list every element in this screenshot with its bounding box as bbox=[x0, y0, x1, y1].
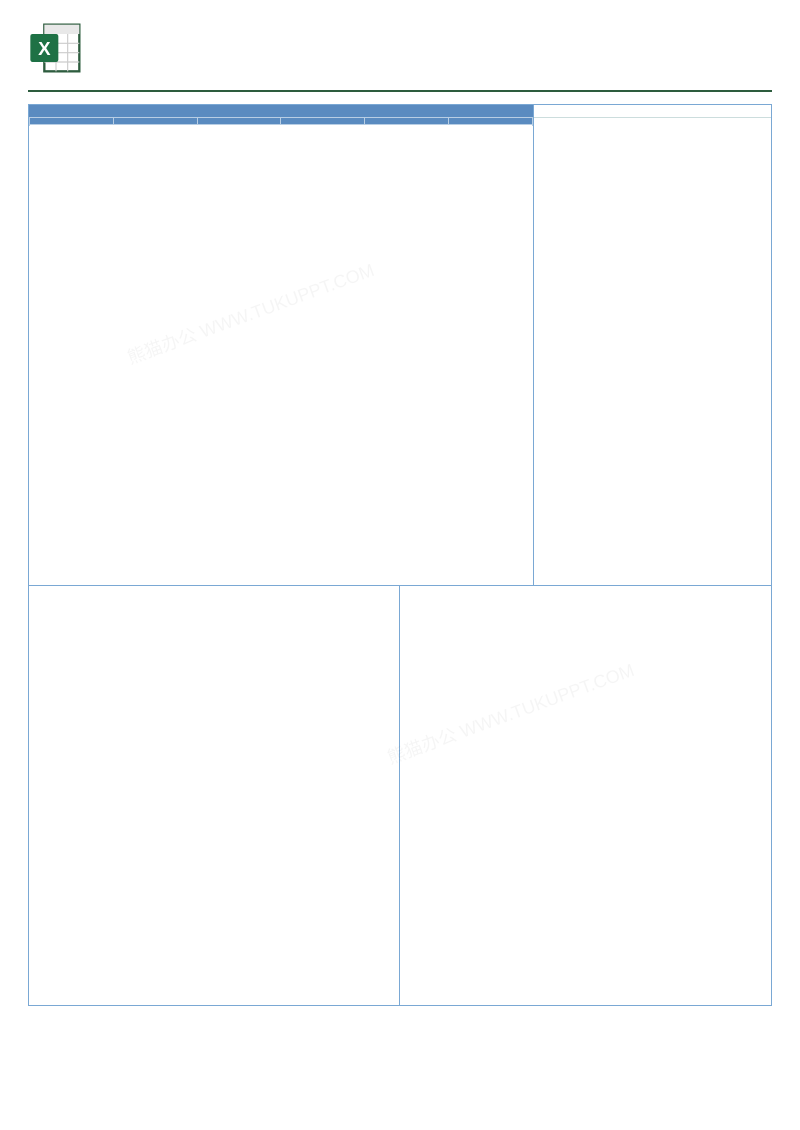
donut-legend bbox=[534, 118, 771, 134]
quarter-header-row bbox=[30, 118, 533, 125]
bar-chart bbox=[57, 606, 391, 987]
header-text bbox=[96, 45, 772, 51]
q3 bbox=[281, 118, 365, 125]
divider bbox=[28, 90, 772, 92]
table-body bbox=[30, 125, 533, 586]
bar-panel bbox=[29, 586, 400, 1005]
col-product bbox=[30, 118, 114, 125]
header: X bbox=[0, 0, 800, 86]
q2 bbox=[197, 118, 281, 125]
svg-text:X: X bbox=[38, 38, 51, 59]
q4 bbox=[365, 118, 449, 125]
line-chart bbox=[428, 606, 763, 987]
donut-title bbox=[534, 105, 771, 118]
excel-icon: X bbox=[28, 20, 84, 76]
q1 bbox=[113, 118, 197, 125]
data-table-title bbox=[29, 105, 533, 117]
donut-chart bbox=[552, 260, 752, 460]
donut-panel bbox=[534, 105, 771, 585]
bar-title bbox=[29, 586, 399, 602]
line-title bbox=[400, 586, 771, 602]
sheet bbox=[28, 104, 772, 1006]
data-table-panel bbox=[29, 105, 534, 585]
page: X bbox=[0, 0, 800, 1130]
col-total bbox=[448, 118, 532, 125]
sales-table bbox=[29, 117, 533, 585]
line-panel bbox=[400, 586, 771, 1005]
